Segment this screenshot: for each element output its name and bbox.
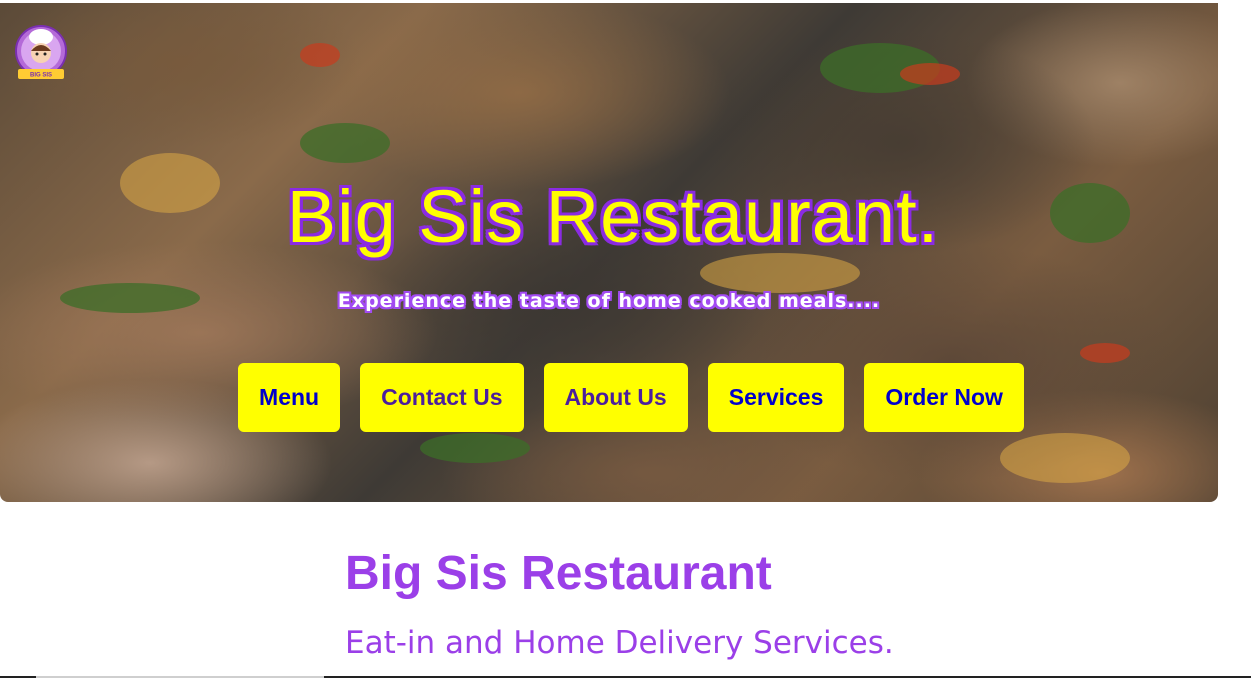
page: BIG SIS Big Sis Restaurant. Experience t… [0, 0, 1251, 678]
food-texture [1000, 433, 1130, 483]
menu-button[interactable]: Menu [238, 363, 341, 432]
contact-us-button[interactable]: Contact Us [360, 363, 524, 432]
main-content: Big Sis Restaurant Eat-in and Home Deliv… [345, 545, 894, 661]
food-texture [300, 43, 340, 67]
about-us-button[interactable]: About Us [543, 363, 688, 432]
chef-logo-icon[interactable]: BIG SIS [14, 25, 68, 81]
hero-tagline: Experience the taste of home cooked meal… [337, 290, 881, 312]
hero-title: Big Sis Restaurant. [286, 175, 940, 258]
page-subheading: Eat-in and Home Delivery Services. [345, 625, 894, 661]
order-now-button[interactable]: Order Now [864, 363, 1024, 432]
food-texture [300, 123, 390, 163]
food-texture [900, 63, 960, 85]
main-nav: Menu Contact Us About Us Services Order … [0, 363, 1251, 432]
services-button[interactable]: Services [707, 363, 845, 432]
food-texture [420, 433, 530, 463]
page-heading: Big Sis Restaurant [345, 547, 772, 600]
svg-text:BIG SIS: BIG SIS [30, 73, 52, 79]
food-texture [1080, 343, 1130, 363]
